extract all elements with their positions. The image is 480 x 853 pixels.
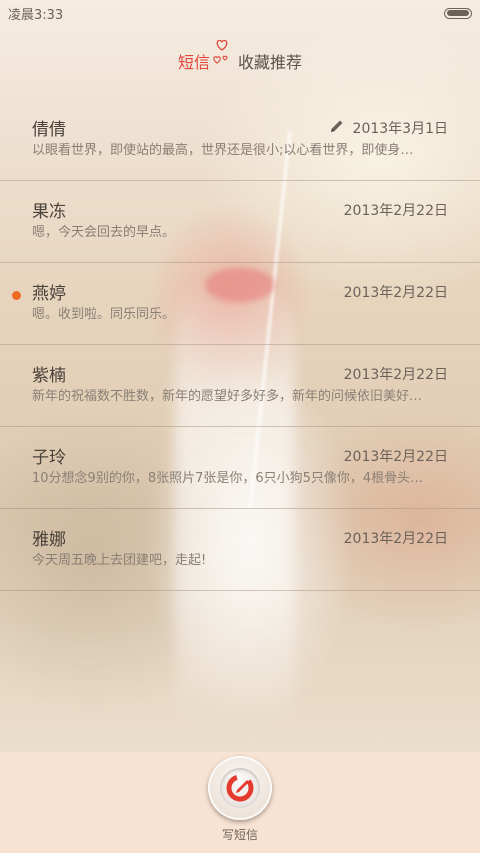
tab-bar: 短信 收藏推荐 [0,39,480,76]
contact-name: 果冻 [32,202,66,222]
message-date: 2013年2月22日 [343,285,448,301]
conversation-row[interactable]: 紫楠 2013年2月22日 新年的祝福数不胜数，新年的愿望好多好多，新年的问候依… [0,345,480,427]
status-time: 凌晨3:33 [8,7,64,23]
tab-favorites-label: 收藏推荐 [238,53,303,72]
compose-button-face [220,768,260,808]
unread-dot-icon [12,291,21,300]
bottom-bar: 写短信 [0,752,480,853]
tab-messages-label: 短信 [177,53,210,72]
contact-name: 雅娜 [32,530,66,550]
contact-name: 燕婷 [32,284,66,304]
message-date: 2013年2月22日 [343,449,448,465]
conversation-row[interactable]: 倩倩 2013年3月1日 以眼看世界，即使站的最高，世界还是很小;以心看世界，即… [0,99,480,181]
conversation-row[interactable]: 子玲 2013年2月22日 10分想念9别的你，8张照片7张是你，6只小狗5只像… [0,427,480,509]
message-preview: 今天周五晚上去团建吧，走起! [32,553,207,568]
message-preview: 嗯。收到啦。同乐同乐。 [32,307,176,322]
tab-messages[interactable]: 短信 [177,39,228,73]
message-preview: 新年的祝福数不胜数，新年的愿望好多好多，新年的问候依旧美好… [32,389,423,404]
conversation-row[interactable]: 雅娜 2013年2月22日 今天周五晚上去团建吧，走起! [0,509,480,591]
message-preview: 嗯，今天会回去的早点。 [32,225,176,240]
compose-label: 写短信 [221,828,258,842]
tab-favorites[interactable]: 收藏推荐 [238,49,302,73]
contact-name: 子玲 [32,448,66,468]
contact-name: 紫楠 [32,366,66,386]
conversation-row[interactable]: 燕婷 2013年2月22日 嗯。收到啦。同乐同乐。 [0,263,480,345]
compose-icon [226,774,254,802]
pencil-icon [331,120,343,132]
message-date: 2013年2月22日 [343,531,448,547]
conversation-list: 倩倩 2013年3月1日 以眼看世界，即使站的最高，世界还是很小;以心看世界，即… [0,99,480,591]
status-bar: 凌晨3:33 [0,0,480,26]
hearts-icon [213,39,228,64]
contact-name: 倩倩 [32,120,66,140]
message-date: 2013年2月22日 [343,367,448,383]
message-date: 2013年3月1日 [352,121,448,137]
message-date: 2013年2月22日 [343,203,448,219]
battery-icon [444,7,472,19]
conversation-row[interactable]: 果冻 2013年2月22日 嗯，今天会回去的早点。 [0,181,480,263]
compose-button[interactable] [208,756,272,820]
message-preview: 10分想念9别的你，8张照片7张是你，6只小狗5只像你，4根骨头… [32,471,424,486]
message-preview: 以眼看世界，即使站的最高，世界还是很小;以心看世界，即使身… [32,143,414,158]
